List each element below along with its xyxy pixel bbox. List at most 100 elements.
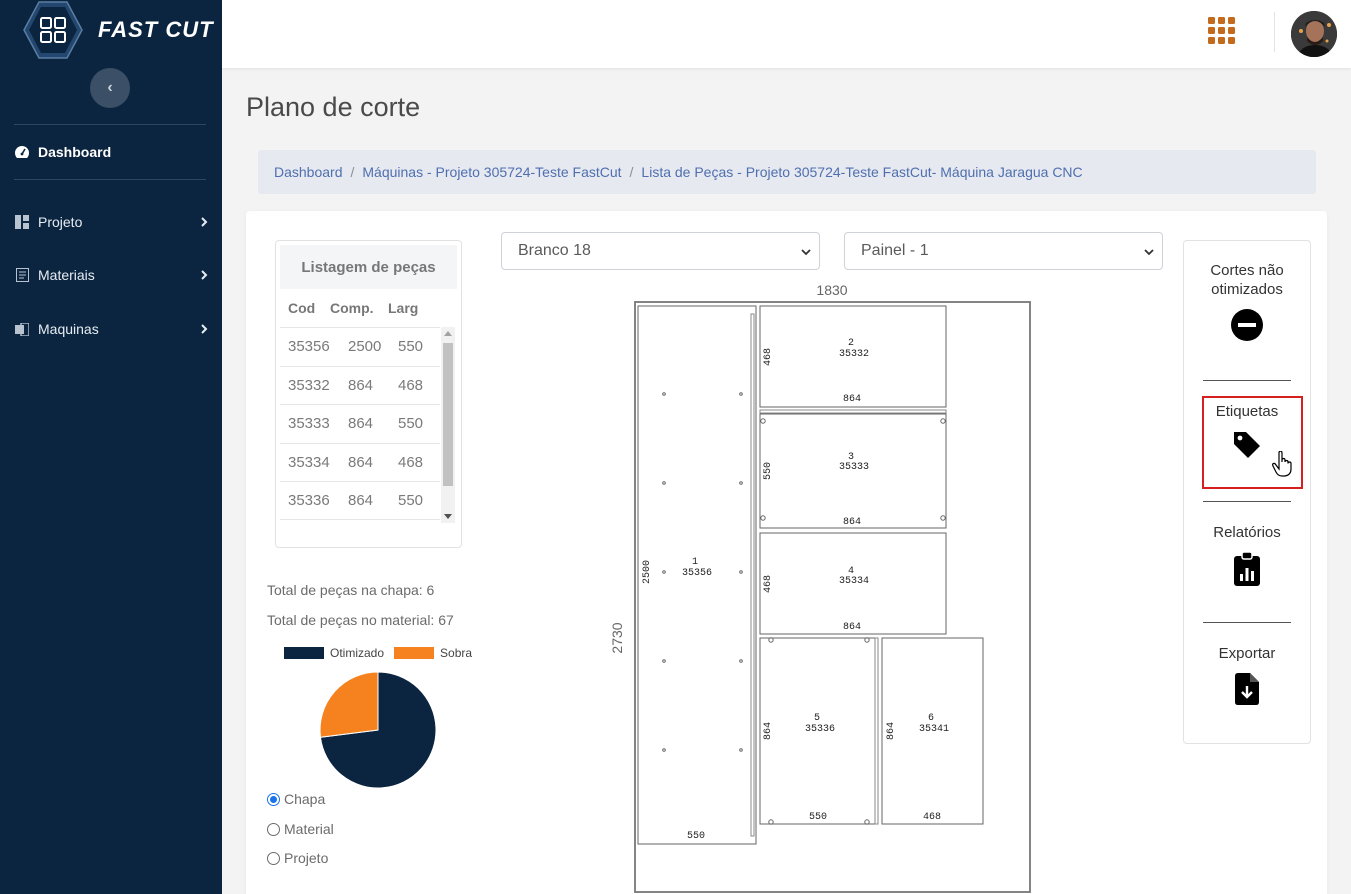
column-header-larg: Larg	[388, 300, 419, 316]
sidebar-item-label: Dashboard	[38, 144, 112, 160]
material-select[interactable]: Branco 18	[501, 232, 820, 270]
chevron-right-icon	[201, 217, 208, 227]
panel-select-value: Painel - 1	[861, 242, 929, 259]
piece-number: 5	[814, 713, 820, 724]
sidebar-divider	[14, 124, 206, 125]
piece-list-rows: 35356 2500 550 35332 864 468 35333 864 5…	[280, 327, 440, 522]
piece-code: 35356	[682, 568, 712, 579]
piece-3[interactable]: 3 35333 550 864	[759, 413, 947, 529]
chevron-down-icon	[801, 249, 811, 256]
piece-code: 35332	[839, 349, 869, 360]
radio-label: Material	[284, 821, 334, 837]
unoptimized-cuts-button[interactable]: Cortes não otimizados	[1184, 261, 1310, 341]
piece-2[interactable]: 2 35332 468 864	[759, 305, 947, 408]
reports-button[interactable]: Relatórios	[1184, 523, 1310, 586]
radio-label: Chapa	[284, 791, 326, 807]
sidebar-item-label: Maquinas	[38, 321, 99, 337]
tag-icon	[1234, 432, 1260, 458]
cell-comp: 2500	[348, 338, 382, 355]
cell-larg: 550	[398, 492, 424, 510]
document-list-icon	[14, 267, 30, 283]
legend-swatch	[284, 647, 324, 659]
cell-cod: 35336	[288, 492, 330, 510]
sidebar-collapse-button[interactable]: ‹	[90, 68, 130, 108]
layout-icon	[14, 214, 30, 230]
table-row[interactable]: 35356 2500 550	[280, 327, 440, 366]
topbar	[222, 0, 1351, 68]
legend-label: Sobra	[440, 646, 473, 660]
cell-cod: 35356	[288, 338, 330, 355]
table-row[interactable]: 35334 864 468	[280, 442, 440, 482]
cell-cod: 35334	[288, 453, 330, 471]
pie-slice-sobra[interactable]	[319, 671, 379, 738]
action-divider	[1203, 622, 1291, 623]
legend-item-sobra[interactable]: Sobra	[394, 646, 472, 660]
sidebar-item-materiais[interactable]: Materiais	[14, 263, 210, 287]
piece-length: 864	[763, 722, 774, 740]
export-button[interactable]: Exportar	[1184, 644, 1310, 705]
brand: FAST CUT	[0, 0, 222, 62]
radio-chapa[interactable]: Chapa	[267, 791, 325, 807]
sidebar-item-dashboard[interactable]: Dashboard	[14, 140, 210, 164]
piece-1[interactable]: 1 35356 2500 550	[637, 305, 757, 845]
piece-width: 550	[809, 812, 827, 823]
action-label: Cortes não otimizados	[1210, 262, 1284, 298]
piece-number: 2	[848, 338, 854, 349]
cell-cod: 35332	[288, 376, 330, 394]
cell-larg: 550	[398, 338, 424, 355]
piece-code: 35334	[839, 576, 869, 587]
piece-4[interactable]: 4 35334 468 864	[759, 532, 947, 635]
breadcrumb-link-dashboard[interactable]: Dashboard	[274, 164, 343, 180]
piece-width: 864	[843, 394, 861, 405]
action-divider	[1203, 501, 1291, 502]
actions-panel: Cortes não otimizados Etiquetas Relatóri…	[1183, 240, 1311, 744]
legend-item-otimizado[interactable]: Otimizado	[284, 646, 384, 660]
radio-projeto[interactable]: Projeto	[267, 850, 328, 866]
user-avatar[interactable]	[1291, 11, 1337, 57]
piece-6[interactable]: 6 35341 864 468	[881, 637, 984, 825]
radio-material[interactable]: Material	[267, 821, 334, 837]
piece-5[interactable]: 5 35336 864 550	[759, 637, 879, 825]
radio-indicator[interactable]	[267, 792, 280, 806]
tachometer-icon	[14, 144, 30, 160]
topbar-separator	[1274, 12, 1275, 52]
sidebar-item-label: Projeto	[38, 214, 83, 230]
sidebar-divider	[14, 179, 206, 180]
chevron-right-icon	[201, 324, 208, 334]
sidebar-item-projeto[interactable]: Projeto	[14, 210, 210, 234]
material-select-value: Branco 18	[518, 242, 591, 259]
radio-indicator[interactable]	[267, 822, 280, 836]
breadcrumb-link-maquinas[interactable]: Máquinas - Projeto 305724-Teste FastCut	[362, 164, 621, 180]
piece-list-scrollbar[interactable]	[441, 327, 455, 523]
table-row[interactable]: 35332 864 468	[280, 365, 440, 405]
radio-indicator[interactable]	[267, 851, 280, 865]
table-row[interactable]: 35336 864 550	[280, 481, 440, 520]
legend-swatch	[394, 647, 435, 659]
action-label: Relatórios	[1213, 524, 1281, 541]
sheet-height-label: 2730	[609, 622, 625, 653]
scroll-down-arrow-icon[interactable]	[444, 514, 452, 519]
column-header-cod: Cod	[288, 300, 316, 316]
action-divider	[1203, 380, 1291, 381]
cell-larg: 468	[398, 453, 424, 471]
cell-comp: 864	[348, 415, 374, 433]
cell-comp: 864	[348, 492, 374, 510]
scroll-up-arrow-icon[interactable]	[444, 331, 452, 336]
sidebar: FAST CUT ‹ Dashboard Projeto Materiais M…	[0, 0, 222, 894]
breadcrumb-link-lista-pecas[interactable]: Lista de Peças - Projeto 305724-Teste Fa…	[641, 164, 1082, 180]
sheet-width-label: 1830	[816, 282, 847, 298]
piece-width: 550	[687, 831, 705, 842]
panel-select[interactable]: Painel - 1	[844, 232, 1163, 270]
clipboard-chart-icon	[1234, 552, 1260, 586]
piece-length: 864	[886, 722, 897, 740]
action-label: Exportar	[1218, 645, 1276, 662]
usage-pie-chart	[319, 671, 437, 789]
labels-button[interactable]: Etiquetas	[1184, 402, 1310, 460]
sidebar-item-maquinas[interactable]: Maquinas	[14, 317, 210, 341]
piece-code: 35333	[839, 462, 869, 473]
brand-name: FAST CUT	[98, 17, 214, 42]
piece-width: 864	[843, 622, 861, 633]
apps-grid-icon[interactable]	[1208, 17, 1236, 45]
table-row[interactable]: 35333 864 550	[280, 404, 440, 443]
scrollbar-thumb[interactable]	[443, 343, 453, 486]
